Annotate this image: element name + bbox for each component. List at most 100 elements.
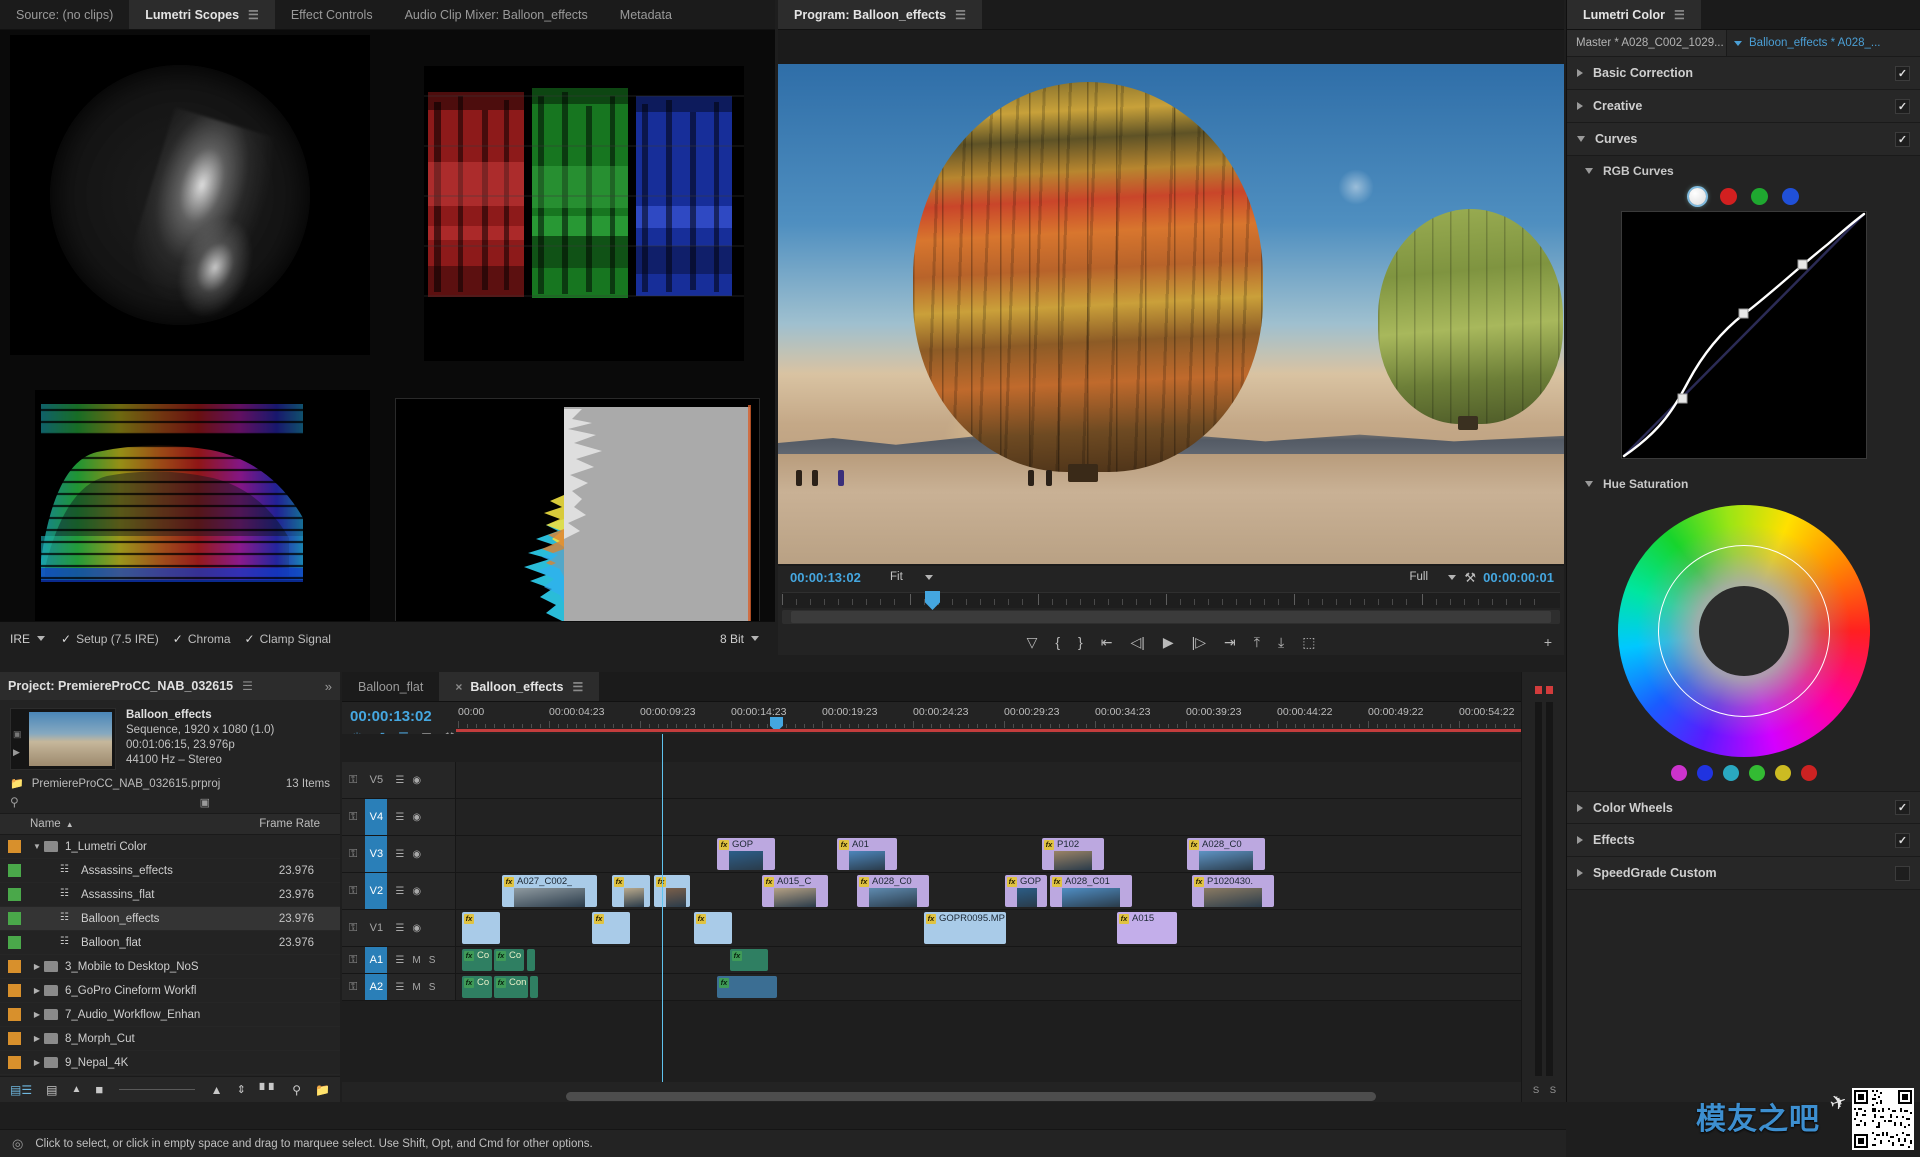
close-icon[interactable]: × <box>455 680 462 694</box>
project-item-row[interactable]: ☷ Assassins_flat 23.976 <box>0 883 340 907</box>
track-solo-toggle[interactable]: S <box>429 982 436 993</box>
thumbnail-size-slider[interactable]: ■ <box>95 1082 103 1097</box>
track-target-toggle[interactable]: V4 <box>365 799 388 835</box>
audio-clip-indicator-left[interactable] <box>1535 686 1542 694</box>
master-clip-selector[interactable]: Master * A028_C002_1029... <box>1567 30 1727 56</box>
histogram-scope[interactable] <box>395 398 760 653</box>
tab-source[interactable]: Source: (no clips) <box>0 0 130 29</box>
timeline-playhead-timecode[interactable]: 00:00:13:02 <box>342 702 452 728</box>
curve-channel-green[interactable] <box>1750 188 1768 205</box>
timeline-clip[interactable]: fx GOPR0095.MP <box>924 912 1006 944</box>
section-speedgrade-custom[interactable]: SpeedGrade Custom <box>1567 857 1920 890</box>
track-lock-icon[interactable]: ⚿ <box>349 811 357 824</box>
add-marker-button[interactable]: ▽ <box>1027 635 1038 649</box>
track-sync-lock-icon[interactable]: ☰ <box>395 886 404 897</box>
panel-menu-icon[interactable]: ☰ <box>1674 8 1685 22</box>
tab-audio-clip-mixer[interactable]: Audio Clip Mixer: Balloon_effects <box>388 0 604 29</box>
timeline-clip[interactable]: fx A028_C0 <box>857 875 929 907</box>
tab-program-monitor[interactable]: Program: Balloon_effects ☰ <box>778 0 982 29</box>
track-target-toggle[interactable]: V1 <box>365 910 387 946</box>
render-bar[interactable] <box>456 729 1566 732</box>
new-bin-button[interactable]: 📁 <box>315 1083 330 1097</box>
section-effects[interactable]: Effects ✓ <box>1567 824 1920 857</box>
clip-selector[interactable]: Balloon_effects * A028_... <box>1727 30 1920 56</box>
mark-out-button[interactable]: } <box>1078 635 1083 649</box>
swatch-green[interactable] <box>1748 765 1765 781</box>
hue-saturation-wheel[interactable] <box>1617 505 1870 757</box>
timeline-clip[interactable]: fx A027_C002_ <box>502 875 597 907</box>
scope-units-dropdown[interactable]: IRE <box>10 632 46 646</box>
panel-menu-icon[interactable]: ☰ <box>242 679 253 693</box>
timeline-clip[interactable]: fx Co <box>462 976 492 998</box>
yc-waveform-scope[interactable] <box>35 390 370 640</box>
chevron-right-icon[interactable]: ▶ <box>30 1058 44 1067</box>
track-header-v5[interactable]: ⚿ V5 ☰ ◉ <box>342 762 456 798</box>
column-name[interactable]: Name <box>0 818 61 830</box>
timeline-playhead[interactable] <box>662 734 663 1082</box>
panel-menu-icon[interactable]: ☰ <box>955 8 966 22</box>
tab-effect-controls[interactable]: Effect Controls <box>274 0 389 29</box>
timeline-clip[interactable] <box>530 976 538 998</box>
effects-enable-checkbox[interactable]: ✓ <box>1895 832 1910 848</box>
track-sync-lock-icon[interactable]: ☰ <box>395 955 404 966</box>
curve-channel-master[interactable] <box>1688 188 1706 205</box>
extract-button[interactable]: ⤓ <box>1278 635 1284 649</box>
program-video-frame[interactable] <box>778 64 1564 564</box>
chroma-checkbox[interactable]: ✓ Chroma <box>173 632 231 646</box>
track-output-toggle[interactable]: ◉ <box>412 923 421 934</box>
track-lock-icon[interactable]: ⚿ <box>349 981 357 994</box>
timeline-clip[interactable]: fx <box>462 912 500 944</box>
timeline-horizontal-scroll-thumb[interactable] <box>566 1092 1376 1101</box>
panel-menu-icon[interactable]: ☰ <box>572 680 583 694</box>
timeline-ruler[interactable]: 00:00 00:00:04:23 00:00:09:23 00:00:14:23 00… <box>456 702 1566 732</box>
curve-channel-blue[interactable] <box>1781 188 1799 205</box>
section-color-wheels[interactable]: Color Wheels ✓ <box>1567 791 1920 824</box>
tab-balloon-effects[interactable]: × Balloon_effects ☰ <box>439 672 600 701</box>
timeline-clip[interactable]: fx A028_C01 <box>1050 875 1132 907</box>
track-output-toggle[interactable]: ◉ <box>412 849 421 860</box>
track-lock-icon[interactable]: ⚿ <box>349 848 357 861</box>
track-lock-icon[interactable]: ⚿ <box>349 954 357 967</box>
chevron-right-icon[interactable]: ▶ <box>30 962 44 971</box>
zoom-level-dropdown[interactable]: Fit <box>890 571 933 583</box>
swatch-red[interactable] <box>1800 765 1817 781</box>
track-solo-toggle[interactable]: S <box>429 955 436 966</box>
rgb-parade-scope[interactable] <box>424 66 744 361</box>
swatch-yellow[interactable] <box>1774 765 1791 781</box>
timeline-clip[interactable]: fx <box>592 912 630 944</box>
track-target-toggle[interactable]: A1 <box>365 947 388 973</box>
bit-depth-dropdown[interactable]: 8 Bit <box>720 632 759 646</box>
settings-wrench-icon[interactable]: ⚒ <box>1464 570 1476 586</box>
timeline-clip[interactable]: fx GOP <box>1005 875 1047 907</box>
timeline-clip[interactable]: fx A028_C0 <box>1187 838 1265 870</box>
swatch-cyan[interactable] <box>1722 765 1739 781</box>
chevron-right-icon[interactable]: ▶ <box>30 986 44 995</box>
hue-saturation-center[interactable] <box>1698 586 1789 676</box>
lift-button[interactable]: ⤒ <box>1254 635 1260 649</box>
program-time-ruler[interactable] <box>782 591 1560 610</box>
timeline-clip[interactable]: fx <box>730 949 768 971</box>
go-to-out-button[interactable]: ⇥ <box>1224 635 1236 649</box>
rgb-curve-graph[interactable] <box>1620 211 1867 459</box>
section-creative[interactable]: Creative ✓ <box>1567 90 1920 123</box>
section-curves[interactable]: Curves ✓ <box>1567 123 1920 156</box>
track-header-v3[interactable]: ⚿ V3 ☰ ◉ <box>342 836 456 872</box>
find-button[interactable]: ⚲ <box>292 1083 301 1097</box>
color-wheels-enable-checkbox[interactable]: ✓ <box>1895 800 1910 815</box>
timeline-clip[interactable] <box>527 949 535 971</box>
track-sync-lock-icon[interactable]: ☰ <box>395 982 404 993</box>
timeline-clip[interactable]: fx P1020430. <box>1192 875 1274 907</box>
subsection-rgb-curves[interactable]: RGB Curves <box>1567 156 1920 186</box>
timeline-clip[interactable]: fx P102 <box>1042 838 1104 870</box>
vectorscope[interactable] <box>10 35 370 355</box>
track-sync-lock-icon[interactable]: ☰ <box>395 775 404 786</box>
step-forward-button[interactable]: |▷ <box>1192 635 1206 649</box>
project-item-row[interactable]: ▼ 1_Lumetri Color <box>0 835 340 859</box>
setup-checkbox[interactable]: ✓ Setup (7.5 IRE) <box>61 632 159 646</box>
track-header-v4[interactable]: ⚿ V4 ☰ ◉ <box>342 799 456 835</box>
track-target-toggle[interactable]: A2 <box>365 974 388 1000</box>
track-output-toggle[interactable]: ◉ <box>412 775 421 786</box>
swatch-blue[interactable] <box>1696 765 1713 781</box>
curves-enable-checkbox[interactable]: ✓ <box>1895 131 1910 147</box>
timeline-clip[interactable]: fx <box>654 875 690 907</box>
